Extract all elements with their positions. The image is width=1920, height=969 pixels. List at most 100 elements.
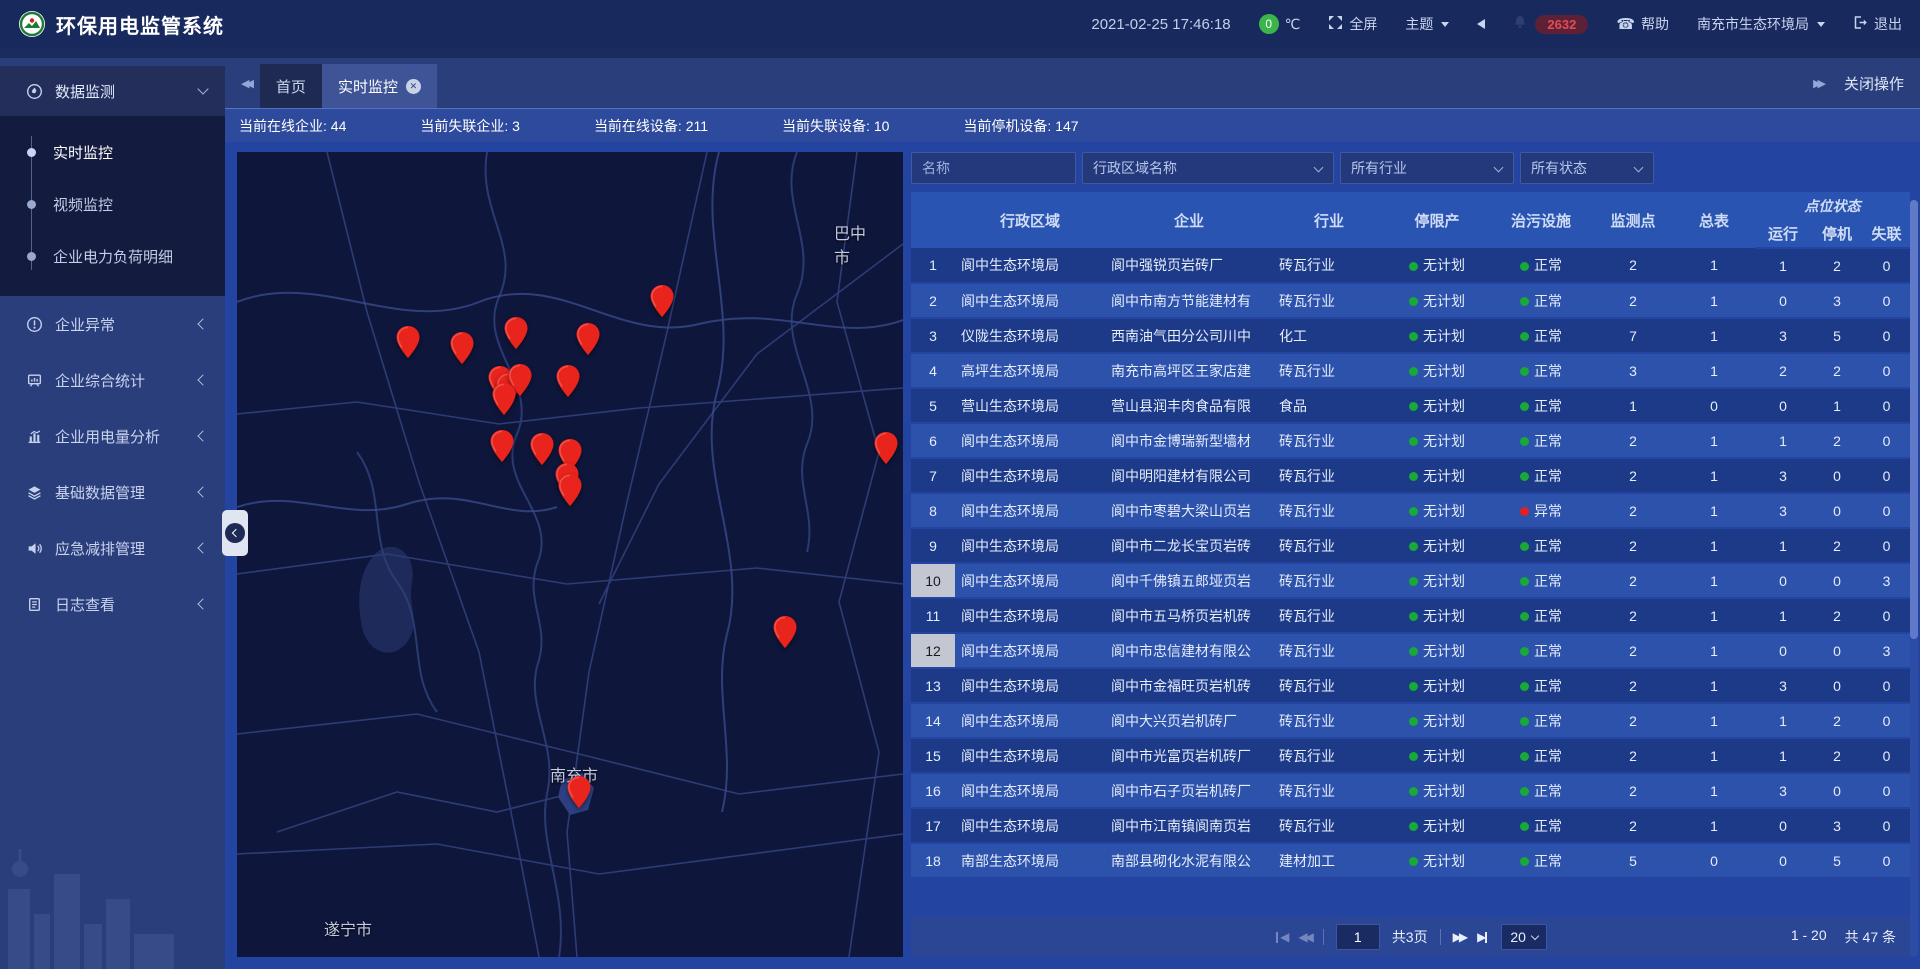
sidebar-item[interactable]: 企业综合统计	[0, 352, 225, 408]
table-row[interactable]: 14阆中生态环境局阆中大兴页岩机砖厂砖瓦行业无计划正常21120	[911, 703, 1910, 738]
name-search-input[interactable]	[911, 152, 1076, 184]
sidebar-subitem[interactable]: 企业电力负荷明细	[0, 230, 225, 282]
tabs-scroll-left-button[interactable]: ◀◀	[239, 73, 252, 94]
sidebar-item[interactable]: 应急减排管理	[0, 520, 225, 576]
map-pin[interactable]	[531, 433, 554, 465]
tab-close-icon[interactable]: ✕	[406, 79, 421, 94]
map-pin[interactable]	[557, 365, 580, 397]
cell-lost: 3	[1863, 633, 1910, 668]
temperature: 0 ℃	[1259, 14, 1301, 34]
stat-label: 当前失联企业:	[420, 118, 512, 134]
table-row[interactable]: 7阆中生态环境局阆中明阳建材有限公司砖瓦行业无计划正常21300	[911, 458, 1910, 493]
cell-facility: 正常	[1489, 318, 1593, 353]
status-dot	[1520, 542, 1529, 551]
next-page-button[interactable]: ▶▶	[1453, 930, 1465, 944]
fullscreen-button[interactable]: 全屏	[1328, 14, 1377, 34]
map-pin[interactable]	[493, 383, 516, 415]
mute-button[interactable]	[1477, 19, 1485, 29]
map-pin[interactable]	[651, 285, 674, 317]
cell-facility: 正常	[1489, 563, 1593, 598]
table-row[interactable]: 4高坪生态环境局南充市高坪区王家店建砖瓦行业无计划正常31220	[911, 353, 1910, 388]
sidebar-item[interactable]: 日志查看	[0, 576, 225, 632]
status-text: 正常	[1534, 398, 1562, 414]
map-pin[interactable]	[491, 430, 514, 462]
table-row[interactable]: 5营山生态环境局营山县润丰肉食品有限食品无计划正常10010	[911, 388, 1910, 423]
industry-select[interactable]: 所有行业	[1340, 152, 1514, 184]
panel-collapse-button[interactable]	[222, 510, 248, 556]
page-size-select[interactable]: 20	[1501, 924, 1547, 950]
tabs-scroll-right-button[interactable]: ▶▶	[1811, 73, 1824, 94]
status-select[interactable]: 所有状态	[1520, 152, 1654, 184]
table-row[interactable]: 10阆中生态环境局阆中千佛镇五郎垭页岩砖瓦行业无计划正常21003	[911, 563, 1910, 598]
close-operations-button[interactable]: 关闭操作	[1844, 73, 1904, 94]
table-row[interactable]: 16阆中生态环境局阆中市石子页岩机砖厂砖瓦行业无计划正常21300	[911, 773, 1910, 808]
theme-dropdown[interactable]: 主题	[1405, 14, 1449, 34]
table-row[interactable]: 6阆中生态环境局阆中市金博瑞新型墙材砖瓦行业无计划正常21120	[911, 423, 1910, 458]
region-select[interactable]: 行政区域名称	[1082, 152, 1334, 184]
cell-points: 2	[1593, 598, 1673, 633]
cell-points: 7	[1593, 318, 1673, 353]
chevron-down-icon	[1817, 22, 1825, 27]
map-pin[interactable]	[774, 616, 797, 648]
status-dot	[1520, 647, 1529, 656]
col-index	[911, 192, 955, 248]
row-index: 13	[911, 668, 955, 703]
cell-points: 2	[1593, 633, 1673, 668]
sidebar-item[interactable]: 数据监测	[0, 66, 225, 116]
cell-region: 阆中生态环境局	[955, 458, 1105, 493]
table-row[interactable]: 3仪陇生态环境局西南油气田分公司川中化工无计划正常71350	[911, 318, 1910, 353]
status-text: 无计划	[1423, 853, 1465, 869]
help-button[interactable]: ☎ 帮助	[1616, 14, 1669, 34]
table-row[interactable]: 9阆中生态环境局阆中市二龙长宝页岩砖砖瓦行业无计划正常21120	[911, 528, 1910, 563]
table-row[interactable]: 18南部生态环境局南部县砌化水泥有限公建材加工无计划正常50050	[911, 843, 1910, 878]
logout-button[interactable]: 退出	[1853, 14, 1902, 34]
notifications-button[interactable]: 2632	[1513, 15, 1588, 34]
org-dropdown[interactable]: 南充市生态环境局	[1697, 14, 1825, 34]
cell-region: 阆中生态环境局	[955, 808, 1105, 843]
sidebar-item[interactable]: 企业异常	[0, 296, 225, 352]
table-row[interactable]: 1阆中生态环境局阆中强锐页岩砖厂砖瓦行业无计划正常21120	[911, 248, 1910, 283]
map-pin[interactable]	[559, 474, 582, 506]
table-row[interactable]: 15阆中生态环境局阆中市光富页岩机砖厂砖瓦行业无计划正常21120	[911, 738, 1910, 773]
map-pin[interactable]	[577, 323, 600, 355]
sidebar-item[interactable]: 企业用电量分析	[0, 408, 225, 464]
prev-page-button[interactable]: ◀◀	[1298, 930, 1310, 944]
map-pin[interactable]	[568, 776, 591, 808]
table-row[interactable]: 8阆中生态环境局阆中市枣碧大梁山页岩砖瓦行业无计划异常21300	[911, 493, 1910, 528]
map-pin[interactable]	[875, 432, 898, 464]
map-panel[interactable]: 巴中市南充市遂宁市	[237, 152, 903, 957]
chevron-left-icon	[197, 430, 208, 441]
cell-facility: 正常	[1489, 528, 1593, 563]
cell-points: 2	[1593, 738, 1673, 773]
page-number-input[interactable]	[1336, 924, 1380, 950]
sidebar: 数据监测实时监控视频监控企业电力负荷明细企业异常企业综合统计企业用电量分析基础数…	[0, 58, 225, 969]
tab-active[interactable]: 实时监控✕	[322, 64, 437, 108]
cell-region: 阆中生态环境局	[955, 633, 1105, 668]
cell-points: 2	[1593, 248, 1673, 283]
sidebar-subitem[interactable]: 视频监控	[0, 178, 225, 230]
cell-meter: 1	[1673, 423, 1755, 458]
cell-lost: 0	[1863, 528, 1910, 563]
stat-value: 211	[686, 118, 708, 134]
tab-item[interactable]: 首页	[260, 64, 322, 108]
city-label: 巴中市	[834, 220, 880, 268]
stat-item: 当前停机设备: 147	[963, 116, 1078, 136]
map-pin[interactable]	[451, 332, 474, 364]
table-row[interactable]: 11阆中生态环境局阆中市五马桥页岩机砖砖瓦行业无计划正常21120	[911, 598, 1910, 633]
row-index: 12	[911, 633, 955, 668]
sidebar-item[interactable]: 基础数据管理	[0, 464, 225, 520]
map-pin[interactable]	[505, 317, 528, 349]
row-index: 9	[911, 528, 955, 563]
cell-run: 0	[1755, 843, 1811, 878]
table-row[interactable]: 2阆中生态环境局阆中市南方节能建材有砖瓦行业无计划正常21030	[911, 283, 1910, 318]
last-page-button[interactable]: ▶	[1477, 930, 1489, 944]
table-row[interactable]: 13阆中生态环境局阆中市金福旺页岩机砖砖瓦行业无计划正常21300	[911, 668, 1910, 703]
first-page-button[interactable]: ◀	[1274, 930, 1286, 944]
cell-limit: 无计划	[1385, 633, 1489, 668]
table-row[interactable]: 17阆中生态环境局阆中市江南镇阆南页岩砖瓦行业无计划正常21030	[911, 808, 1910, 843]
scrollbar-thumb[interactable]	[1910, 200, 1918, 639]
table-row[interactable]: 12阆中生态环境局阆中市忠信建材有限公砖瓦行业无计划正常21003	[911, 633, 1910, 668]
sidebar-subitem[interactable]: 实时监控	[0, 126, 225, 178]
map-pin[interactable]	[397, 326, 420, 358]
table-scrollbar[interactable]	[1910, 200, 1918, 957]
